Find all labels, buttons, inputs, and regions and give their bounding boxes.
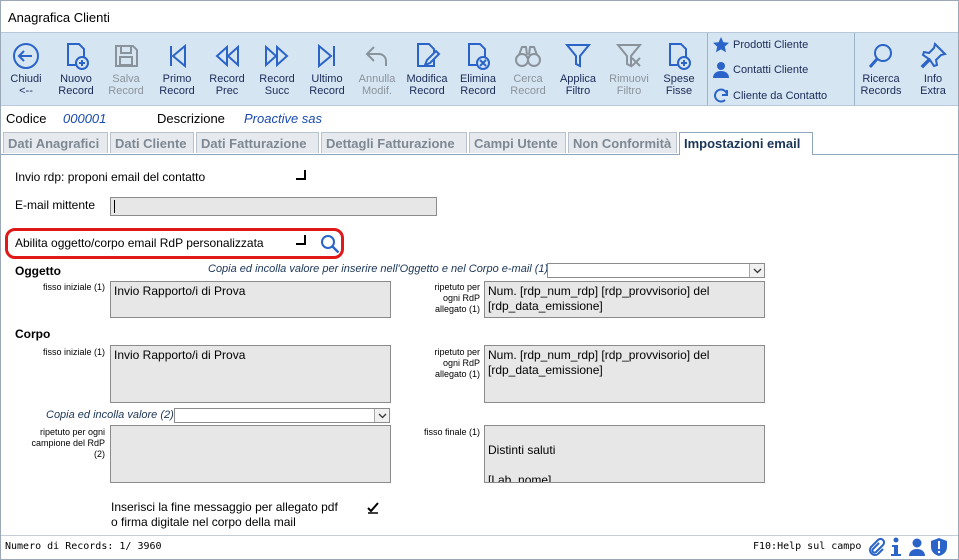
corpo-fisso-field[interactable]: Invio Rapporto/i di Prova (110, 345, 391, 403)
remove-filter-icon (615, 44, 643, 68)
undo-icon (365, 46, 387, 66)
highlight-box (5, 228, 344, 259)
status-bar: Numero di Records: 1/ 3960 F10:Help sul … (1, 535, 958, 559)
email-mittente-field[interactable] (110, 197, 437, 216)
copia2-dropdown[interactable] (174, 408, 390, 423)
corpo-ripetuto-label: ripetuto per ogni RdP allegato (1) (434, 347, 480, 379)
tab-dati-cliente[interactable]: Dati Cliente (110, 132, 194, 153)
oggetto-section-label: Oggetto (15, 264, 61, 278)
chevron-down-icon (749, 264, 764, 277)
prodotti-cliente-link[interactable]: Prodotti Cliente (712, 36, 808, 54)
next-record-button[interactable]: Record Succ (252, 33, 302, 105)
contacts-icon (713, 62, 729, 78)
oggetto-ripetuto-label: ripetuto per ogni RdP allegato (1) (434, 282, 480, 314)
next-record-icon (265, 44, 289, 68)
edit-record-icon (417, 43, 441, 67)
search-record-button[interactable]: Cerca Record (503, 33, 553, 105)
cliente-da-contatto-link[interactable]: Cliente da Contatto (712, 87, 827, 105)
ripetuto-campione-field[interactable] (110, 425, 391, 483)
corpo-ripetuto-field[interactable]: Num. [rdp_num_rdp] [rdp_provvisorio] del… (484, 345, 765, 403)
tab-dettagli-fatturazione[interactable]: Dettagli Fatturazione (321, 132, 467, 153)
apply-filter-button[interactable]: Applica Filtro (553, 33, 603, 105)
fisso-finale-label: fisso finale (1) (423, 427, 480, 437)
codice-label: Codice (6, 111, 47, 126)
inserisci-label-2: o firma digitale nel corpo della mail (111, 515, 296, 529)
help-hint: F10:Help sul campo (753, 541, 862, 552)
star-icon (713, 37, 729, 53)
copia-oggetto-label: Copia ed incolla valore per inserire nel… (208, 263, 549, 275)
tab-campi-utente[interactable]: Campi Utente (469, 132, 566, 153)
ricerca-records-button[interactable]: Ricerca Records (856, 33, 906, 105)
tab-impostazioni-email[interactable]: Impostazioni email (679, 132, 813, 155)
application-window: Anagrafica Clienti Chiudi <-- Nuovo Record… (0, 0, 959, 560)
close-arrow-icon (13, 43, 39, 69)
copia-oggetto-dropdown[interactable] (547, 263, 765, 278)
oggetto-ripetuto-field[interactable]: Num. [rdp_num_rdp] [rdp_provvisorio] del… (484, 281, 765, 318)
info-icon[interactable] (889, 537, 903, 557)
search-icon (868, 44, 892, 68)
toolbar-separator (707, 33, 708, 105)
paperclip-icon[interactable] (867, 538, 885, 556)
last-record-icon (318, 43, 335, 69)
invio-rdp-checkbox[interactable] (296, 170, 306, 180)
first-record-icon (170, 43, 186, 69)
pin-icon (920, 42, 947, 69)
tab-dati-anagrafici[interactable]: Dati Anagrafici (3, 132, 108, 153)
toolbar-separator (854, 33, 855, 105)
new-record-button[interactable]: Nuovo Record (51, 33, 101, 105)
toolbar: Chiudi <-- Nuovo Record Salva Record Primo R… (1, 32, 958, 106)
last-record-button[interactable]: Ultimo Record (302, 33, 352, 105)
email-mittente-label: E-mail mittente (15, 198, 96, 212)
fixed-costs-icon (669, 43, 691, 70)
corpo-fisso-label: fisso iniziale (1) (42, 347, 105, 357)
save-icon (115, 45, 138, 67)
remove-filter-button[interactable]: Rimuovi Filtro (604, 33, 654, 105)
first-record-button[interactable]: Primo Record (152, 33, 202, 105)
tab-dati-fatturazione[interactable]: Dati Fatturazione (196, 132, 319, 153)
oggetto-fisso-field[interactable]: Invio Rapporto/i di Prova (110, 281, 391, 318)
text-cursor (114, 200, 115, 213)
fixed-costs-button[interactable]: Spese Fisse (654, 33, 704, 105)
previous-record-button[interactable]: Record Prec (202, 33, 252, 105)
filter-icon (564, 44, 592, 68)
close-button[interactable]: Chiudi <-- (1, 33, 51, 105)
delete-record-button[interactable]: Elimina Record (453, 33, 503, 105)
records-count: Numero di Records: 1/ 3960 (5, 541, 162, 552)
descrizione-value: Proactive sas (244, 111, 323, 126)
copia2-label: Copia ed incolla valore (2) (46, 409, 174, 421)
delete-record-icon (468, 43, 490, 70)
fisso-finale-field[interactable]: Distinti saluti [Lab_nome] (484, 425, 765, 483)
tab-non-conformita[interactable]: Non Conformità (568, 132, 677, 153)
contatti-cliente-link[interactable]: Contatti Cliente (712, 61, 808, 79)
binoculars-icon (515, 46, 541, 67)
info-extra-button[interactable]: Info Extra (908, 33, 958, 105)
tab-bar: Dati Anagrafici Dati Cliente Dati Fattur… (1, 132, 958, 155)
window-title: Anagrafica Clienti (8, 10, 110, 25)
oggetto-fisso-label: fisso iniziale (1) (42, 282, 105, 292)
shield-icon[interactable] (930, 537, 948, 557)
new-record-icon (67, 43, 89, 70)
inserisci-checkbox[interactable] (367, 502, 379, 514)
edit-record-button[interactable]: Modifica Record (402, 33, 452, 105)
record-header: Codice 000001 Descrizione Proactive sas (1, 105, 958, 127)
previous-record-icon (215, 44, 239, 68)
corpo-section-label: Corpo (15, 327, 51, 341)
descrizione-label: Descrizione (157, 111, 225, 126)
title-bar: Anagrafica Clienti (1, 1, 958, 32)
user-icon[interactable] (908, 537, 926, 557)
undo-changes-button[interactable]: Annulla Modif. (352, 33, 402, 105)
invio-rdp-label: Invio rdp: proponi email del contatto (15, 170, 206, 184)
refresh-icon (714, 88, 728, 103)
save-record-button[interactable]: Salva Record (101, 33, 151, 105)
ripetuto-campione-label: ripetuto per ogni campione del RdP (2) (31, 427, 105, 459)
inserisci-label-1: Inserisci la fine messaggio per allegato… (111, 500, 338, 514)
chevron-down-icon (374, 409, 389, 422)
codice-value: 000001 (63, 111, 107, 126)
